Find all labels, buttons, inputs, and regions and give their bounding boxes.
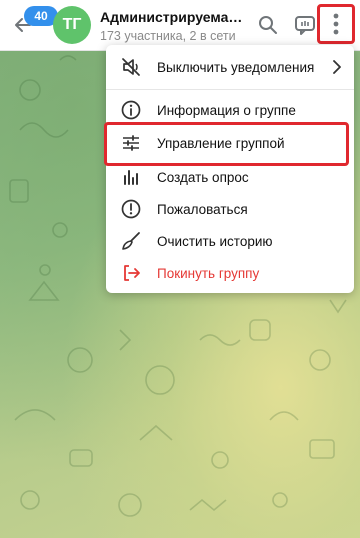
menu-label: Выключить уведомления xyxy=(157,59,315,75)
chat-subtitle: 173 участника, 2 в сети xyxy=(100,29,236,43)
menu-label: Создать опрос xyxy=(157,169,249,185)
manage-group-highlight xyxy=(104,122,349,166)
chevron-right-icon xyxy=(333,60,341,74)
menu-label: Пожаловаться xyxy=(157,201,248,217)
group-avatar[interactable]: ТГ xyxy=(53,6,91,44)
chat-title[interactable]: Администрируемая группа xyxy=(100,9,248,25)
menu-item-leave-group[interactable]: Покинуть группу xyxy=(106,257,354,289)
menu-label: Покинуть группу xyxy=(157,265,260,281)
info-icon xyxy=(121,100,141,120)
menu-label: Информация о группе xyxy=(157,102,296,118)
menu-label: Очистить историю xyxy=(157,233,273,249)
mute-icon xyxy=(122,58,140,76)
poll-icon xyxy=(124,170,138,185)
comments-icon[interactable] xyxy=(294,14,316,36)
menu-item-mute[interactable]: Выключить уведомления xyxy=(106,51,354,83)
chat-header: 40 ТГ Администрируемая группа 173 участн… xyxy=(0,0,360,51)
menu-item-report[interactable]: Пожаловаться xyxy=(106,193,354,225)
menu-item-clear-history[interactable]: Очистить историю xyxy=(106,225,354,257)
broom-icon xyxy=(122,232,140,250)
menu-divider xyxy=(106,89,354,90)
search-icon[interactable] xyxy=(257,14,279,36)
more-options-highlight xyxy=(317,4,355,44)
report-icon xyxy=(121,199,141,219)
leave-icon xyxy=(124,265,140,281)
chat-options-menu: Выключить уведомления Информация о групп… xyxy=(106,45,354,293)
